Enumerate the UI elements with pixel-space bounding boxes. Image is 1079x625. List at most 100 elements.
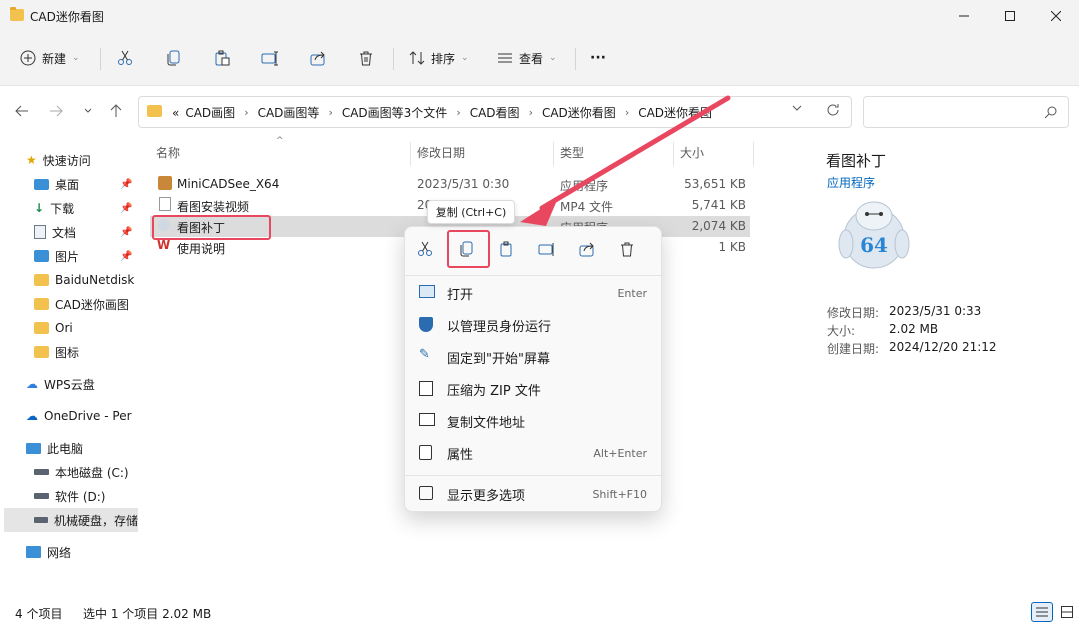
- video-file-icon: [159, 197, 171, 211]
- app-icon: [158, 176, 172, 190]
- menu-item-show-more-options[interactable]: 显示更多选项 Shift+F10: [405, 478, 663, 510]
- details-value: 2.02 MB: [889, 322, 939, 336]
- sidebar-item-network[interactable]: 网络: [26, 540, 138, 564]
- chevron-down-icon: [84, 108, 92, 113]
- details-type: 应用程序: [827, 176, 876, 190]
- sidebar-item-desktop[interactable]: 桌面 📌: [34, 172, 138, 196]
- paste-icon[interactable]: [499, 241, 515, 257]
- sidebar-item-documents[interactable]: 文档 📌: [34, 220, 138, 244]
- up-button[interactable]: [104, 96, 128, 126]
- sort-button[interactable]: 排序 ⌄: [409, 40, 469, 76]
- sidebar-item-this-pc[interactable]: 此电脑: [26, 436, 138, 460]
- minimize-button[interactable]: [941, 0, 987, 32]
- forward-button[interactable]: [44, 96, 68, 126]
- menu-item-label: 打开: [447, 287, 474, 303]
- drive-icon: [34, 517, 48, 523]
- recent-locations-button[interactable]: [76, 96, 100, 126]
- sidebar-item-downloads[interactable]: ↓ 下载 📌: [34, 196, 138, 220]
- status-item-count: 4 个项目: [15, 607, 63, 621]
- share-icon[interactable]: [579, 241, 595, 257]
- menu-item-open[interactable]: 打开 Enter: [405, 277, 663, 309]
- download-icon: ↓: [34, 201, 45, 215]
- new-button[interactable]: 新建 ⌄: [20, 40, 80, 76]
- sort-ascending-icon: ^: [276, 136, 284, 146]
- sidebar-item-label: 下载: [50, 201, 75, 216]
- sort-icon: [409, 51, 425, 65]
- menu-item-properties[interactable]: 属性 Alt+Enter: [405, 437, 663, 469]
- chevron-right-icon: ›: [328, 106, 333, 119]
- sidebar-item-cad-mini-draw[interactable]: CAD迷你画图: [34, 292, 138, 316]
- list-view-icon: [1036, 607, 1048, 617]
- sidebar-item-label: OneDrive - Per: [44, 409, 132, 423]
- sidebar-item-quick-access[interactable]: ★ 快速访问: [26, 148, 91, 172]
- menu-item-compress-zip[interactable]: 压缩为 ZIP 文件: [405, 373, 663, 405]
- maximize-button[interactable]: [987, 0, 1033, 32]
- view-label: 查看: [519, 51, 544, 66]
- delete-button[interactable]: [358, 40, 374, 76]
- column-header-modified[interactable]: 修改日期: [417, 144, 465, 161]
- breadcrumb-overflow[interactable]: «: [172, 106, 179, 120]
- rename-icon[interactable]: [538, 241, 556, 257]
- search-input[interactable]: [863, 96, 1069, 128]
- sidebar-item-baidunetdisk[interactable]: BaiduNetdisk: [34, 268, 138, 292]
- sidebar-item-onedrive[interactable]: ☁ OneDrive - Per: [26, 404, 138, 428]
- sidebar-item-label: 机械硬盘，存储: [53, 513, 138, 528]
- copy-button[interactable]: [166, 40, 182, 76]
- rename-button[interactable]: [261, 40, 279, 76]
- refresh-button[interactable]: [826, 103, 840, 117]
- rename-icon: [261, 51, 278, 66]
- folder-icon: [34, 298, 49, 310]
- scissors-icon: [118, 50, 132, 65]
- folder-icon: [34, 274, 49, 286]
- breadcrumb-item[interactable]: CAD画图等: [258, 104, 320, 121]
- highlight-box: [447, 230, 490, 268]
- cut-icon[interactable]: [417, 241, 433, 257]
- arrow-up-icon: [110, 104, 122, 117]
- breadcrumb-item[interactable]: CAD画图: [185, 104, 235, 121]
- pin-icon: 📌: [120, 250, 133, 262]
- zip-icon: [419, 381, 433, 396]
- details-label: 大小:: [827, 324, 856, 338]
- sidebar-item-drive-c[interactable]: 本地磁盘 (C:): [34, 460, 138, 484]
- menu-item-copy-path[interactable]: 复制文件地址: [405, 405, 663, 437]
- sidebar-item-drive-d[interactable]: 软件 (D:): [34, 484, 138, 508]
- back-button[interactable]: [10, 96, 34, 126]
- breadcrumb-item[interactable]: CAD画图等3个文件: [342, 104, 447, 121]
- view-button[interactable]: 查看 ⌄: [497, 40, 557, 76]
- sidebar-item-pictures[interactable]: 图片 📌: [34, 244, 138, 268]
- details-view-button[interactable]: [1031, 602, 1053, 622]
- sidebar-item-icons[interactable]: 图标: [34, 340, 138, 364]
- folder-icon: [10, 7, 24, 21]
- cut-button[interactable]: [117, 40, 133, 76]
- column-header-name[interactable]: 名称: [156, 144, 180, 161]
- paste-icon: [215, 50, 230, 66]
- close-button[interactable]: [1033, 0, 1079, 32]
- tiles-view-icon: [1061, 606, 1073, 618]
- trash-icon: [360, 51, 372, 66]
- column-divider[interactable]: [410, 142, 411, 166]
- sidebar-item-label: 文档: [52, 225, 77, 240]
- more-options-button[interactable]: ···: [590, 40, 606, 76]
- address-dropdown-button[interactable]: [792, 104, 802, 112]
- menu-item-run-as-admin[interactable]: 以管理员身份运行: [405, 309, 663, 341]
- column-divider[interactable]: [753, 142, 754, 166]
- trash-icon[interactable]: [619, 241, 635, 257]
- sidebar-item-label: 图片: [55, 249, 80, 264]
- tiles-view-button[interactable]: [1057, 602, 1077, 622]
- properties-icon: [419, 445, 432, 460]
- menu-item-label: 复制文件地址: [447, 415, 526, 431]
- folder-icon: [34, 322, 49, 334]
- sidebar-item-label: 网络: [47, 545, 72, 560]
- shield-icon: [419, 317, 433, 332]
- sidebar-item-hdd[interactable]: 机械硬盘，存储: [4, 508, 138, 532]
- annotation-arrow: [520, 95, 731, 226]
- menu-item-shortcut: Enter: [617, 286, 647, 300]
- sidebar-item-ori[interactable]: Ori: [34, 316, 138, 340]
- share-button[interactable]: [310, 40, 326, 76]
- onedrive-icon: ☁: [26, 409, 38, 423]
- sidebar-item-wps-cloud[interactable]: ☁ WPS云盘: [26, 372, 138, 396]
- menu-item-pin-to-start[interactable]: ✎ 固定到"开始"屏幕: [405, 341, 663, 373]
- sidebar-item-label: BaiduNetdisk: [55, 273, 135, 287]
- paste-button[interactable]: [214, 40, 230, 76]
- details-label: 创建日期:: [827, 342, 880, 356]
